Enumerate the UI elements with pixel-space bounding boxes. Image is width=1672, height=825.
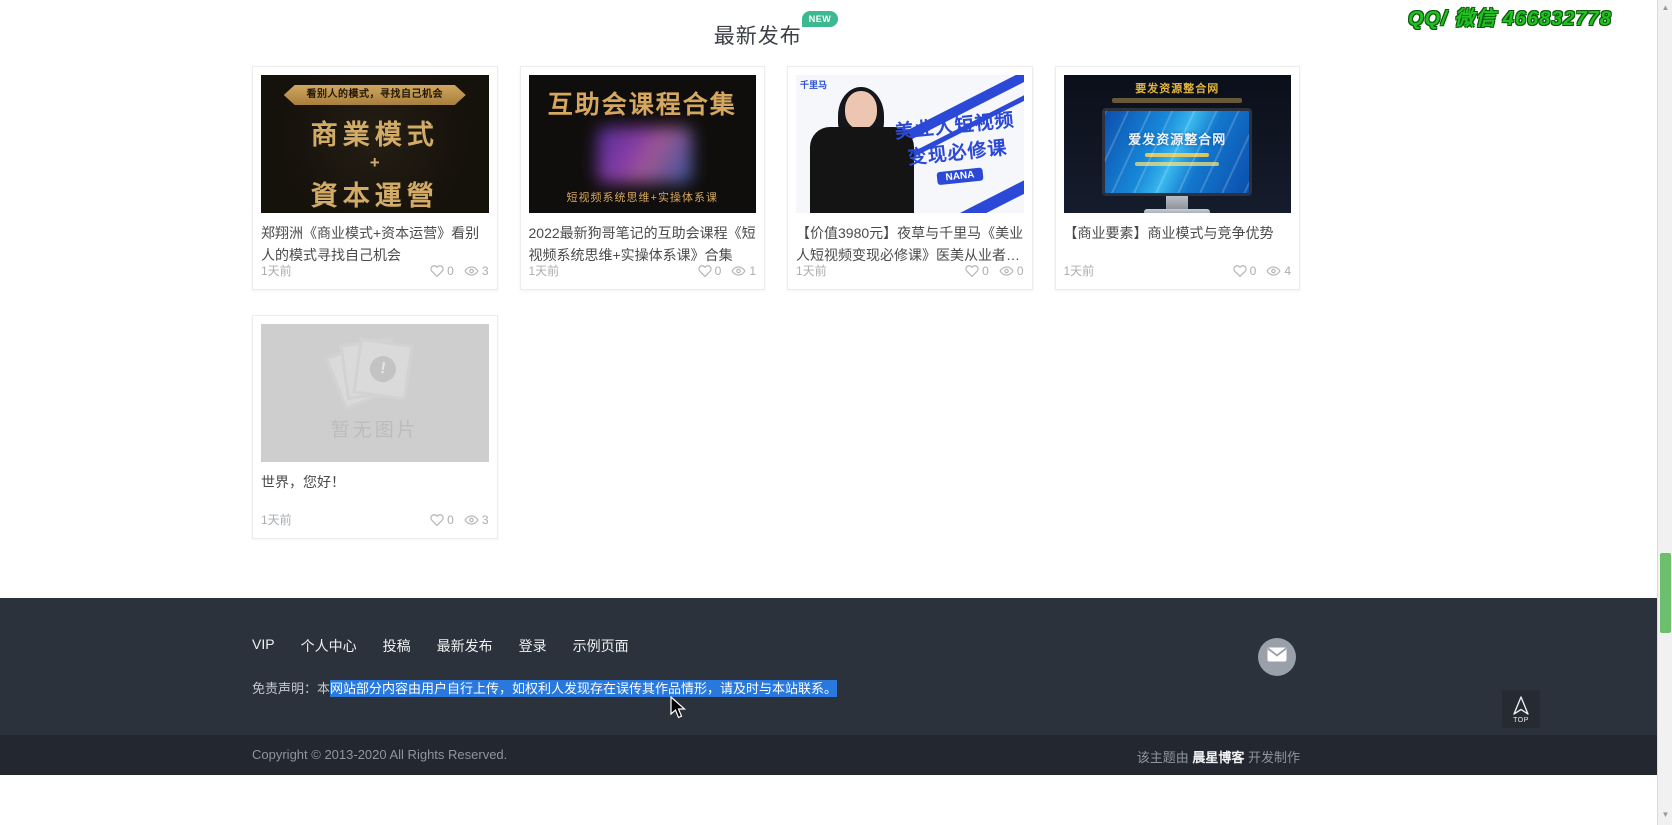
thumb-text-block: 美业人短视频 变现必修课 NANA bbox=[894, 105, 1021, 190]
scrollbar-down-arrow[interactable]: ▼ bbox=[1658, 807, 1672, 823]
view-count: 3 bbox=[482, 264, 489, 278]
thumb-caption: 短视频系统思维+实操体系课 bbox=[529, 189, 757, 205]
post-thumbnail[interactable]: 看别人的模式，寻找自己机会 商業模式 + 資本運營 bbox=[261, 75, 489, 213]
monitor-screen: 爱发资源整合网 bbox=[1105, 111, 1249, 193]
vertical-scrollbar[interactable]: ▲ ▼ bbox=[1657, 0, 1672, 825]
thumb-ribbon-text: 看别人的模式，寻找自己机会 bbox=[284, 85, 466, 105]
thumb-heading: 互助会课程合集 bbox=[529, 85, 757, 121]
footer-link-user-center[interactable]: 个人中心 bbox=[301, 636, 357, 656]
post-meta: 1天前 0 3 bbox=[261, 262, 489, 279]
post-meta: 1天前 0 1 bbox=[529, 262, 757, 279]
post-card[interactable]: ! 暂无图片 世界，您好！ 1天前 0 3 bbox=[252, 315, 498, 539]
back-to-top-button[interactable]: TOP bbox=[1502, 690, 1540, 728]
post-thumbnail-placeholder[interactable]: ! 暂无图片 bbox=[261, 324, 489, 462]
theme-author-link[interactable]: 晨星博客 bbox=[1192, 750, 1244, 765]
like-count: 0 bbox=[715, 264, 722, 278]
view-count: 1 bbox=[749, 264, 756, 278]
footer-link-submit[interactable]: 投稿 bbox=[383, 636, 411, 656]
post-card[interactable]: 看别人的模式，寻找自己机会 商業模式 + 資本運營 郑翔洲《商业模式+资本运营》… bbox=[252, 66, 498, 290]
person-face bbox=[845, 91, 877, 129]
like-count: 0 bbox=[447, 513, 454, 527]
monitor-base bbox=[1144, 209, 1210, 213]
heart-icon bbox=[965, 264, 979, 278]
content-area: 最新发布NEW 看别人的模式，寻找自己机会 商業模式 + 資本運營 郑翔洲《商业… bbox=[252, 0, 1300, 539]
footer-link-latest[interactable]: 最新发布 bbox=[437, 636, 493, 656]
thumb-text: 商業模式 bbox=[261, 113, 489, 152]
footer bbox=[0, 598, 1672, 735]
post-thumbnail[interactable]: 千里马 美业人短视频 变现必修课 NANA bbox=[796, 75, 1024, 213]
screen-text: 爱发资源整合网 bbox=[1105, 129, 1249, 148]
post-thumbnail[interactable]: 要发资源整合网 爱发资源整合网 bbox=[1064, 75, 1292, 213]
footer-link-login[interactable]: 登录 bbox=[519, 636, 547, 656]
post-card[interactable]: 千里马 美业人短视频 变现必修课 NANA 【价值3980元】夜草与千里马《美业… bbox=[787, 66, 1033, 290]
post-grid: 看别人的模式，寻找自己机会 商業模式 + 資本運營 郑翔洲《商业模式+资本运营》… bbox=[252, 66, 1300, 539]
footer-link-sample-page[interactable]: 示例页面 bbox=[573, 636, 629, 656]
post-card[interactable]: 要发资源整合网 爱发资源整合网 【商业要素】商业模式与竞争优势 1天前 0 bbox=[1055, 66, 1301, 290]
eye-icon bbox=[1266, 264, 1281, 278]
eye-icon bbox=[731, 264, 746, 278]
like-count: 0 bbox=[982, 264, 989, 278]
post-meta: 1天前 0 4 bbox=[1064, 262, 1292, 279]
theme-credit: 该主题由 晨星博客 开发制作 bbox=[252, 747, 1300, 766]
scrollbar-thumb[interactable] bbox=[1660, 553, 1671, 633]
thumb-blur-art bbox=[597, 127, 692, 183]
post-title[interactable]: 郑翔洲《商业模式+资本运营》看别人的模式寻找自己机会 bbox=[261, 223, 489, 262]
thumb-sub-line bbox=[1112, 98, 1242, 103]
thumb-corner-label: 千里马 bbox=[800, 78, 827, 91]
thumb-text: 資本運營 bbox=[261, 174, 489, 213]
heart-icon bbox=[1233, 264, 1247, 278]
view-count: 3 bbox=[482, 513, 489, 527]
post-date: 1天前 bbox=[529, 262, 560, 279]
post-title[interactable]: 【商业要素】商业模式与竞争优势 bbox=[1064, 223, 1292, 245]
eye-icon bbox=[464, 264, 479, 278]
heart-icon bbox=[430, 513, 444, 527]
disclaimer-prefix: 免责声明：本 bbox=[252, 681, 330, 696]
disclaimer-highlighted: 网站部分内容由用户自行上传，如权利人发现存在误传其作品情形，请及时与本站联系。 bbox=[330, 680, 837, 697]
monitor-stand bbox=[1166, 196, 1188, 209]
view-count: 0 bbox=[1017, 264, 1024, 278]
thumb-text: + bbox=[261, 153, 489, 173]
post-card[interactable]: 互助会课程合集 短视频系统思维+实操体系课 2022最新狗哥笔记的互助会课程《短… bbox=[520, 66, 766, 290]
disclaimer-text: 免责声明：本网站部分内容由用户自行上传，如权利人发现存在误传其作品情形，请及时与… bbox=[252, 678, 837, 697]
page-title: 最新发布 bbox=[714, 20, 802, 50]
top-label: TOP bbox=[1513, 717, 1529, 724]
post-meta: 1天前 0 3 bbox=[261, 511, 489, 528]
monitor: 爱发资源整合网 bbox=[1102, 108, 1252, 196]
thumb-tag: NANA bbox=[937, 167, 985, 185]
post-title[interactable]: 世界，您好！ bbox=[261, 472, 489, 494]
screen-line bbox=[1145, 153, 1209, 157]
post-title[interactable]: 【价值3980元】夜草与千里马《美业人短视频变现必修课》医美从业者账号从0-1带… bbox=[796, 223, 1024, 262]
view-count: 4 bbox=[1284, 264, 1291, 278]
like-count: 0 bbox=[1250, 264, 1257, 278]
post-date: 1天前 bbox=[261, 511, 292, 528]
scrollbar-up-arrow[interactable]: ▲ bbox=[1658, 0, 1672, 16]
eye-icon bbox=[464, 513, 479, 527]
screen-line bbox=[1135, 162, 1219, 166]
envelope-icon bbox=[1267, 647, 1287, 667]
thumb-top-text: 要发资源整合网 bbox=[1064, 80, 1292, 96]
section-header: 最新发布NEW bbox=[252, 20, 1300, 52]
post-date: 1天前 bbox=[796, 262, 827, 279]
footer-link-vip[interactable]: VIP bbox=[252, 636, 275, 656]
no-image-label: 暂无图片 bbox=[261, 415, 489, 442]
heart-icon bbox=[430, 264, 444, 278]
footer-nav: VIP 个人中心 投稿 最新发布 登录 示例页面 bbox=[252, 636, 629, 656]
post-thumbnail[interactable]: 互助会课程合集 短视频系统思维+实操体系课 bbox=[529, 75, 757, 213]
eye-icon bbox=[999, 264, 1014, 278]
heart-icon bbox=[698, 264, 712, 278]
email-contact-button[interactable] bbox=[1258, 638, 1296, 676]
post-date: 1天前 bbox=[1064, 262, 1095, 279]
post-date: 1天前 bbox=[261, 262, 292, 279]
like-count: 0 bbox=[447, 264, 454, 278]
post-meta: 1天前 0 0 bbox=[796, 262, 1024, 279]
new-badge: NEW bbox=[802, 11, 839, 27]
qq-wechat-watermark: QQ/ 微信 466832778 bbox=[1408, 2, 1628, 31]
post-title[interactable]: 2022最新狗哥笔记的互助会课程《短视频系统思维+实操体系课》合集 bbox=[529, 223, 757, 262]
